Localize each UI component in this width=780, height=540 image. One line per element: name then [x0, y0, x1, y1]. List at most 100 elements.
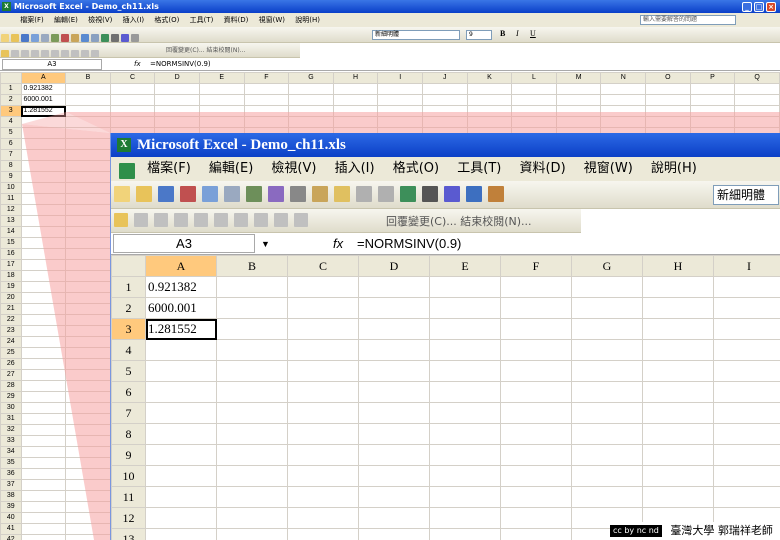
zoom-menu-view[interactable]: 檢視(V): [271, 161, 316, 176]
zoom-cell[interactable]: [429, 423, 501, 445]
zoom-row-header[interactable]: 3: [111, 318, 146, 340]
zoom-cell[interactable]: [500, 465, 572, 487]
zoom-cell[interactable]: [500, 276, 572, 298]
zoom-cell[interactable]: [216, 297, 288, 319]
zoom-cell[interactable]: [429, 381, 501, 403]
zoom-cell[interactable]: [571, 339, 643, 361]
zoom-name-box[interactable]: A3: [113, 234, 255, 253]
zoom-cell[interactable]: [713, 318, 780, 340]
zoom-cell[interactable]: [145, 465, 217, 487]
zoom-cell[interactable]: [571, 465, 643, 487]
zoom-cell[interactable]: [642, 360, 714, 382]
zoom-cell-a1[interactable]: 0.921382: [145, 276, 217, 298]
zoom-cell[interactable]: [713, 402, 780, 424]
zoom-column-header[interactable]: H: [642, 255, 714, 277]
zoom-cell[interactable]: [287, 528, 359, 540]
zoom-cell[interactable]: [713, 381, 780, 403]
zoom-cell[interactable]: [642, 339, 714, 361]
zoom-cell[interactable]: [571, 360, 643, 382]
zoom-cell[interactable]: [642, 318, 714, 340]
zoom-cell-a2[interactable]: 6000.001: [145, 297, 217, 319]
zoom-cell[interactable]: [571, 402, 643, 424]
zoom-column-header[interactable]: A: [145, 255, 217, 277]
zoom-cell[interactable]: [571, 486, 643, 508]
zoom-cell[interactable]: [642, 423, 714, 445]
zoom-cell[interactable]: [500, 402, 572, 424]
zoom-cell[interactable]: [429, 528, 501, 540]
zoom-cell[interactable]: [571, 381, 643, 403]
zoom-cell[interactable]: [571, 297, 643, 319]
zoom-cell[interactable]: [358, 381, 430, 403]
zoom-cell[interactable]: [642, 381, 714, 403]
zoom-cell[interactable]: [358, 276, 430, 298]
zoom-cell[interactable]: [713, 465, 780, 487]
zoom-cell[interactable]: [713, 360, 780, 382]
zoom-cell[interactable]: [216, 402, 288, 424]
zoom-cell[interactable]: [145, 486, 217, 508]
zoom-row-header[interactable]: 5: [111, 360, 146, 382]
zoom-cell[interactable]: [713, 444, 780, 466]
zoom-cell[interactable]: [287, 507, 359, 529]
zoom-column-header[interactable]: E: [429, 255, 501, 277]
zoom-column-header[interactable]: C: [287, 255, 359, 277]
zoom-menu-help[interactable]: 說明(H): [651, 161, 697, 176]
zoom-cell[interactable]: [571, 276, 643, 298]
zoom-cell[interactable]: [287, 402, 359, 424]
zoom-cell[interactable]: [358, 339, 430, 361]
zoom-cell[interactable]: [713, 339, 780, 361]
zoom-cell[interactable]: [713, 423, 780, 445]
zoom-cell[interactable]: [287, 318, 359, 340]
zoom-row-header[interactable]: 4: [111, 339, 146, 361]
zoom-cell[interactable]: [500, 339, 572, 361]
zoom-cell[interactable]: [358, 444, 430, 466]
zoom-cell[interactable]: [287, 360, 359, 382]
zoom-cell[interactable]: [500, 507, 572, 529]
zoom-row-header[interactable]: 10: [111, 465, 146, 487]
zoom-cell[interactable]: [642, 297, 714, 319]
zoom-cell-a3[interactable]: 1.281552: [145, 318, 217, 340]
zoom-cell[interactable]: [145, 360, 217, 382]
zoom-cell[interactable]: [713, 297, 780, 319]
zoom-cell[interactable]: [571, 423, 643, 445]
zoom-cell[interactable]: [216, 528, 288, 540]
zoom-cell[interactable]: [216, 360, 288, 382]
zoom-row-header[interactable]: 2: [111, 297, 146, 319]
zoom-menu-window[interactable]: 視窗(W): [584, 161, 633, 176]
zoom-cell[interactable]: [358, 297, 430, 319]
zoom-cell[interactable]: [287, 423, 359, 445]
zoom-cell[interactable]: [642, 402, 714, 424]
zoom-menu-file[interactable]: 檔案(F): [147, 161, 191, 176]
zoom-cell[interactable]: [500, 381, 572, 403]
zoom-column-header[interactable]: F: [500, 255, 572, 277]
zoom-row-header[interactable]: 1: [111, 276, 146, 298]
zoom-menu-tools[interactable]: 工具(T): [457, 161, 501, 176]
zoom-cell[interactable]: [642, 465, 714, 487]
zoom-cell[interactable]: [216, 381, 288, 403]
zoom-cell[interactable]: [358, 528, 430, 540]
zoom-cell[interactable]: [216, 507, 288, 529]
zoom-cell[interactable]: [429, 486, 501, 508]
zoom-menu-edit[interactable]: 編輯(E): [209, 161, 253, 176]
zoom-menu-data[interactable]: 資料(D): [519, 161, 565, 176]
zoom-cell[interactable]: [500, 444, 572, 466]
zoom-cell[interactable]: [216, 444, 288, 466]
zoom-review-label[interactable]: 回覆變更(C)... 結束校閱(N)...: [386, 213, 532, 229]
zoom-row-header[interactable]: 7: [111, 402, 146, 424]
zoom-cell[interactable]: [145, 507, 217, 529]
zoom-column-header[interactable]: I: [713, 255, 780, 277]
zoom-column-header[interactable]: D: [358, 255, 430, 277]
zoom-row-header[interactable]: 8: [111, 423, 146, 445]
zoom-cell[interactable]: [500, 528, 572, 540]
zoom-cell[interactable]: [500, 318, 572, 340]
zoom-menu-format[interactable]: 格式(O): [393, 161, 439, 176]
zoom-row-header[interactable]: 6: [111, 381, 146, 403]
zoom-cell[interactable]: [429, 507, 501, 529]
zoom-cell[interactable]: [571, 444, 643, 466]
zoom-cell[interactable]: [429, 276, 501, 298]
zoom-cell[interactable]: [358, 360, 430, 382]
zoom-cell[interactable]: [429, 318, 501, 340]
zoom-cell[interactable]: [216, 276, 288, 298]
zoom-cell[interactable]: [642, 276, 714, 298]
zoom-cell[interactable]: [500, 297, 572, 319]
zoom-cell[interactable]: [713, 276, 780, 298]
